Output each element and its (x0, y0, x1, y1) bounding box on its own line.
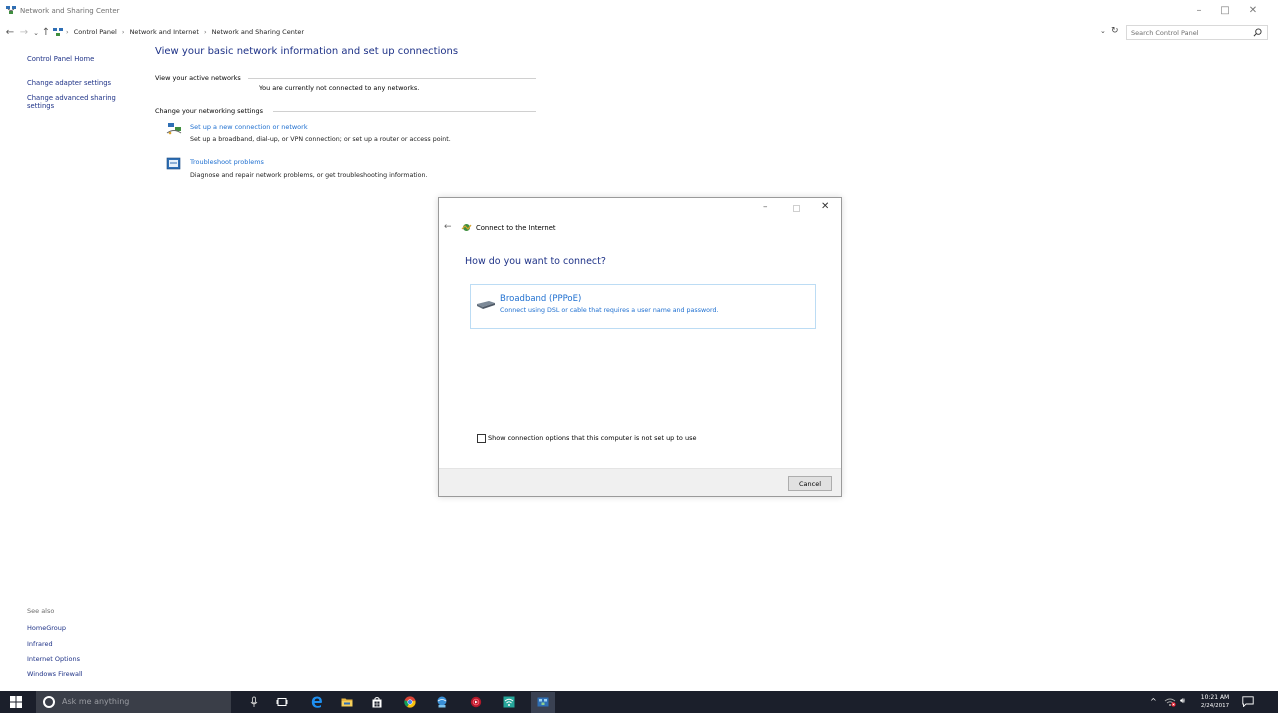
change-adapter-settings-link[interactable]: Change adapter settings (27, 79, 111, 87)
chrome-icon[interactable] (404, 696, 416, 708)
change-advanced-sharing-link[interactable]: Change advanced sharing (27, 94, 116, 102)
broadband-pppoe-title: Broadband (PPPoE) (500, 294, 582, 304)
broadband-pppoe-description: Connect using DSL or cable that requires… (500, 307, 719, 314)
control-panel-app-icon[interactable] (537, 696, 549, 708)
dialog-question: How do you want to connect? (465, 256, 606, 267)
up-arrow-icon[interactable]: ↑ (40, 26, 52, 40)
connect-to-internet-dialog: – ✕ ← Connect to the Internet How do you… (438, 197, 842, 497)
network-center-icon (6, 6, 16, 14)
network-center-icon (53, 28, 63, 36)
media-app-icon[interactable] (470, 696, 482, 708)
homegroup-link[interactable]: HomeGroup (27, 624, 66, 632)
dialog-close-button[interactable]: ✕ (821, 201, 829, 212)
network-wifi-app-icon[interactable] (503, 696, 515, 708)
section-divider (273, 111, 536, 112)
forward-arrow-icon[interactable]: → (18, 26, 30, 40)
breadcrumb: › Control Panel › Network and Internet ›… (66, 28, 307, 36)
clock-date[interactable]: 2/24/2017 (1198, 703, 1232, 709)
dialog-maximize-button (793, 205, 800, 212)
close-button[interactable]: ✕ (1240, 3, 1266, 19)
breadcrumb-separator: › (121, 28, 125, 36)
back-arrow-icon[interactable]: ← (4, 26, 16, 40)
windows-firewall-link[interactable]: Windows Firewall (27, 670, 83, 678)
broadband-modem-icon (477, 301, 495, 309)
cancel-button[interactable]: Cancel (788, 476, 832, 491)
troubleshoot-problems-link[interactable]: Troubleshoot problems (190, 158, 264, 166)
section-divider (248, 78, 536, 79)
networking-settings-heading: Change your networking settings (155, 107, 264, 115)
breadcrumb-separator: › (203, 28, 207, 36)
maximize-button[interactable]: □ (1212, 3, 1238, 19)
network-disconnected-icon[interactable] (1164, 697, 1176, 707)
troubleshoot-icon (166, 157, 181, 170)
file-explorer-icon[interactable] (341, 696, 353, 708)
breadcrumb-control-panel[interactable]: Control Panel (74, 28, 117, 36)
page-title: View your basic network information and … (155, 46, 459, 57)
setup-new-connection-link[interactable]: Set up a new connection or network (190, 123, 308, 131)
action-center-icon[interactable] (1242, 696, 1254, 707)
title-bar: Network and Sharing Center – □ ✕ (0, 0, 1278, 22)
search-input[interactable] (1131, 28, 1251, 38)
infrared-link[interactable]: Infrared (27, 640, 53, 648)
store-icon[interactable] (371, 696, 383, 708)
network-app-icon[interactable] (436, 696, 448, 708)
microphone-icon[interactable] (248, 696, 260, 708)
internet-options-link[interactable]: Internet Options (27, 655, 80, 663)
task-view-icon[interactable] (276, 696, 288, 708)
broadband-pppoe-option[interactable]: Broadband (PPPoE) Connect using DSL or c… (470, 284, 816, 329)
cortana-icon (43, 696, 55, 708)
breadcrumb-network-and-sharing-center[interactable]: Network and Sharing Center (212, 28, 304, 36)
taskbar: Ask me anything ^ 🔊︎ 10:21 AM 2/24/2017 (0, 691, 1278, 713)
cortana-search-placeholder: Ask me anything (62, 697, 130, 706)
search-icon[interactable] (1253, 28, 1262, 37)
see-also-heading: See also (27, 607, 55, 615)
new-connection-icon (166, 123, 182, 135)
search-box[interactable] (1126, 25, 1268, 40)
setup-new-connection-description: Set up a broadband, dial-up, or VPN conn… (190, 136, 451, 143)
volume-icon[interactable]: 🔊︎ (1180, 696, 1185, 706)
windows-start-icon[interactable] (10, 696, 22, 708)
active-networks-heading: View your active networks (155, 74, 241, 82)
breadcrumb-network-and-internet[interactable]: Network and Internet (130, 28, 199, 36)
troubleshoot-problems-description: Diagnose and repair network problems, or… (190, 172, 428, 179)
dialog-minimize-button[interactable]: – (763, 202, 768, 212)
refresh-icon[interactable]: ↻ (1111, 26, 1119, 36)
show-hidden-icons-chevron-icon[interactable]: ^ (1150, 697, 1157, 706)
connect-wizard-icon (461, 224, 472, 231)
minimize-button[interactable]: – (1186, 3, 1212, 19)
dialog-footer: Cancel (439, 468, 841, 496)
control-panel-home-link[interactable]: Control Panel Home (27, 55, 94, 63)
address-dropdown-chevron-icon[interactable]: ⌄ (1100, 27, 1106, 35)
cortana-search-box[interactable]: Ask me anything (36, 691, 231, 713)
dialog-title: Connect to the Internet (476, 224, 556, 232)
show-connection-options-checkbox[interactable] (477, 434, 486, 443)
address-bar: ← → ⌄ ↑ › Control Panel › Network and In… (0, 25, 1278, 41)
clock-time[interactable]: 10:21 AM (1198, 694, 1232, 701)
breadcrumb-separator: › (66, 28, 69, 36)
active-networks-status: You are currently not connected to any n… (259, 84, 420, 92)
window-title: Network and Sharing Center (20, 7, 120, 15)
change-advanced-sharing-link-continued[interactable]: settings (27, 102, 54, 110)
edge-browser-icon[interactable] (311, 696, 323, 708)
show-connection-options-label[interactable]: Show connection options that this comput… (488, 434, 696, 442)
dialog-back-arrow-icon[interactable]: ← (444, 222, 452, 232)
